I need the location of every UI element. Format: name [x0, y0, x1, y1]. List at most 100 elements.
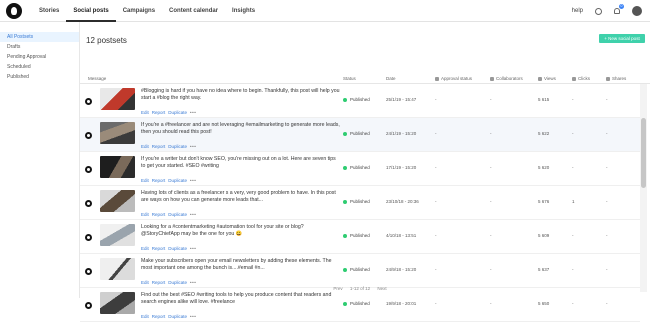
sidebar-item-pending-approval[interactable]: Pending Approval [0, 52, 79, 62]
status-badge: Published [343, 199, 370, 204]
col-shares[interactable]: Shares [606, 76, 626, 81]
more-options-icon[interactable]: ••• [190, 212, 196, 217]
post-thumbnail[interactable] [100, 190, 135, 212]
post-thumbnail[interactable] [100, 156, 135, 178]
user-avatar[interactable] [632, 6, 642, 16]
scrollbar-thumb[interactable] [641, 118, 646, 188]
nav-insights[interactable]: Insights [225, 0, 262, 22]
status-badge: Published [343, 233, 370, 238]
sidebar-item-published[interactable]: Published [0, 72, 79, 82]
approval-status: - [435, 267, 437, 272]
post-thumbnail[interactable] [100, 258, 135, 280]
duplicate-link[interactable]: Duplicate [168, 280, 187, 285]
nav-stories[interactable]: Stories [32, 0, 66, 22]
post-date: 19/9/18 - 20:01 [386, 301, 417, 306]
col-message[interactable]: Message [88, 76, 106, 81]
top-right-controls: help 0 [572, 0, 642, 22]
table-row[interactable]: If you're a writer but don't know SEO, y… [80, 152, 640, 186]
report-link[interactable]: Report [152, 178, 166, 183]
new-social-post-button[interactable]: + New social post [599, 34, 645, 43]
nav-social-posts[interactable]: Social posts [66, 0, 116, 22]
more-options-icon[interactable]: ••• [190, 144, 196, 149]
post-message[interactable]: Make your subscribers open your email ne… [141, 258, 341, 272]
post-thumbnail[interactable] [100, 122, 135, 144]
shares-count: - [606, 97, 608, 102]
edit-link[interactable]: Edit [141, 314, 149, 319]
prev-page-link[interactable]: Prev [333, 286, 342, 291]
globe-icon[interactable] [595, 7, 602, 15]
col-date[interactable]: Date [386, 76, 396, 81]
status-badge: Published [343, 301, 370, 306]
duplicate-link[interactable]: Duplicate [168, 178, 187, 183]
views-count: 5 615 [538, 97, 550, 102]
more-options-icon[interactable]: ••• [190, 314, 196, 319]
page-range: 1-12 of 12 [349, 286, 371, 291]
nav-content-calendar[interactable]: Content calendar [162, 0, 225, 22]
report-link[interactable]: Report [152, 314, 166, 319]
post-thumbnail[interactable] [100, 88, 135, 110]
approval-status: - [435, 131, 437, 136]
duplicate-link[interactable]: Duplicate [168, 144, 187, 149]
shares-count: - [606, 267, 608, 272]
row-actions: Edit Report Duplicate ••• [141, 314, 196, 319]
clicks-count: - [572, 267, 574, 272]
table-row[interactable]: Having lots of clients as a freelancer s… [80, 186, 640, 220]
col-clicks[interactable]: Clicks [572, 76, 590, 81]
post-message[interactable]: If you're a #freelancer and are not leve… [141, 122, 341, 136]
more-options-icon[interactable]: ••• [190, 178, 196, 183]
post-thumbnail[interactable] [100, 292, 135, 314]
col-views[interactable]: Views [538, 76, 556, 81]
help-link[interactable]: help [572, 8, 583, 14]
post-date: 24/9/18 - 15:20 [386, 267, 417, 272]
duplicate-link[interactable]: Duplicate [168, 246, 187, 251]
edit-link[interactable]: Edit [141, 178, 149, 183]
post-message[interactable]: Find out the best #SEO #writing tools to… [141, 292, 341, 306]
row-actions: Edit Report Duplicate ••• [141, 246, 196, 251]
post-thumbnail[interactable] [100, 224, 135, 246]
duplicate-link[interactable]: Duplicate [168, 212, 187, 217]
col-status[interactable]: Status [343, 76, 356, 81]
edit-link[interactable]: Edit [141, 280, 149, 285]
report-link[interactable]: Report [152, 110, 166, 115]
published-dot-icon [343, 131, 347, 136]
duplicate-link[interactable]: Duplicate [168, 314, 187, 319]
table-row[interactable]: Find out the best #SEO #writing tools to… [80, 288, 640, 322]
duplicate-link[interactable]: Duplicate [168, 110, 187, 115]
more-options-icon[interactable]: ••• [190, 110, 196, 115]
more-options-icon[interactable]: ••• [190, 246, 196, 251]
nav-campaigns[interactable]: Campaigns [116, 0, 162, 22]
sidebar-item-all-postsets[interactable]: All Postsets [0, 32, 79, 42]
edit-link[interactable]: Edit [141, 246, 149, 251]
report-link[interactable]: Report [152, 246, 166, 251]
status-label: Published [350, 233, 370, 238]
report-link[interactable]: Report [152, 280, 166, 285]
published-dot-icon [343, 301, 347, 306]
report-link[interactable]: Report [152, 144, 166, 149]
bell-icon[interactable]: 0 [614, 4, 624, 14]
edit-link[interactable]: Edit [141, 144, 149, 149]
table-row[interactable]: Make your subscribers open your email ne… [80, 254, 640, 288]
table-row[interactable]: Looking for a #contentmarketing #automat… [80, 220, 640, 254]
post-message[interactable]: Looking for a #contentmarketing #automat… [141, 224, 341, 238]
col-collaborators[interactable]: Collaborators [490, 76, 523, 81]
edit-link[interactable]: Edit [141, 110, 149, 115]
views-count: 5 637 [538, 267, 550, 272]
table-row[interactable]: #Blogging is hard if you have no idea wh… [80, 84, 640, 118]
report-link[interactable]: Report [152, 212, 166, 217]
shares-count: - [606, 233, 608, 238]
col-approval-status[interactable]: Approval status [435, 76, 472, 81]
post-message[interactable]: Having lots of clients as a freelancer s… [141, 190, 341, 204]
status-badge: Published [343, 97, 370, 102]
edit-link[interactable]: Edit [141, 212, 149, 217]
sidebar-item-drafts[interactable]: Drafts [0, 42, 79, 52]
views-count: 5 650 [538, 301, 550, 306]
post-message[interactable]: If you're a writer but don't know SEO, y… [141, 156, 341, 170]
more-options-icon[interactable]: ••• [190, 280, 196, 285]
clicks-count: - [572, 301, 574, 306]
next-page-link[interactable]: Next [377, 286, 386, 291]
post-message[interactable]: #Blogging is hard if you have no idea wh… [141, 88, 341, 102]
vertical-scrollbar[interactable] [640, 84, 647, 292]
sidebar-item-scheduled[interactable]: Scheduled [0, 62, 79, 72]
table-row[interactable]: If you're a #freelancer and are not leve… [80, 118, 640, 152]
storychief-logo[interactable] [6, 3, 22, 19]
